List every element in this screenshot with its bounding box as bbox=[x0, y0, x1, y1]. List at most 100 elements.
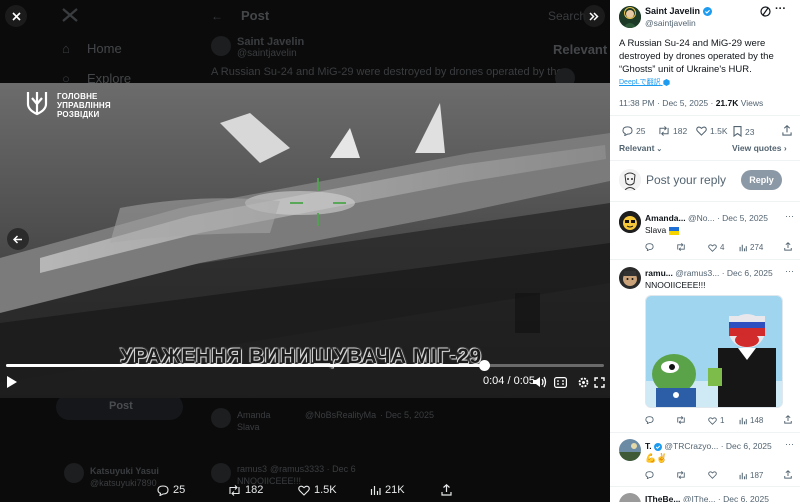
reply-meme-image[interactable] bbox=[645, 295, 783, 408]
reply-author-name[interactable]: ITheBe... bbox=[645, 494, 680, 502]
views-chart-icon bbox=[739, 244, 747, 251]
share-icon bbox=[441, 484, 452, 496]
logo-line-2: УПРАВЛІННЯ bbox=[57, 101, 111, 110]
tweet-bookmark-action[interactable]: 23 bbox=[733, 126, 754, 137]
grok-icon[interactable] bbox=[760, 6, 771, 20]
bg-author-avatar bbox=[211, 36, 231, 56]
more-options-icon[interactable]: ··· bbox=[785, 211, 794, 221]
repost-icon bbox=[677, 471, 685, 479]
reply-like-action[interactable]: 1 bbox=[708, 416, 724, 425]
bg-back-arrow-icon: ← bbox=[211, 9, 223, 23]
reply-author-name[interactable]: T. bbox=[645, 441, 652, 451]
views-chart-icon bbox=[739, 472, 747, 479]
reply-input[interactable]: Post your reply bbox=[646, 173, 726, 187]
reply-author-handle[interactable]: @TRCrazyo... bbox=[664, 441, 718, 451]
reply-like-count: 1 bbox=[720, 416, 725, 425]
fullscreen-button[interactable] bbox=[592, 374, 606, 390]
reply-avatar[interactable] bbox=[619, 267, 641, 289]
author-avatar[interactable] bbox=[619, 6, 641, 28]
reply-author-handle[interactable]: @ramus3... bbox=[675, 268, 719, 278]
reply-views-count: 187 bbox=[750, 471, 764, 480]
reply-avatar[interactable] bbox=[619, 493, 641, 502]
video-player[interactable]: ГОЛОВНЕ УПРАВЛІННЯ РОЗВІДКИ УРАЖЕННЯ ВИН… bbox=[0, 83, 610, 398]
share-icon bbox=[784, 415, 792, 424]
tweet-timestamp[interactable]: 11:38 PM · Dec 5, 2025 · bbox=[619, 98, 716, 108]
stat-views[interactable]: 21K bbox=[370, 484, 405, 496]
tweet-text: A Russian Su-24 and MiG-29 were destroye… bbox=[619, 38, 774, 75]
tweet-repost-action[interactable]: 182 bbox=[658, 126, 687, 136]
reply-views-count: 274 bbox=[750, 243, 764, 252]
close-button[interactable] bbox=[5, 5, 27, 27]
video-progress-bar[interactable] bbox=[6, 360, 604, 371]
reply-reply-action[interactable] bbox=[645, 471, 654, 479]
captions-icon bbox=[553, 376, 567, 388]
sort-relevant-label: Relevant bbox=[619, 143, 655, 153]
reply-avatar[interactable] bbox=[619, 211, 641, 233]
reply-like-action[interactable] bbox=[708, 471, 717, 479]
current-user-avatar[interactable] bbox=[619, 169, 641, 191]
reply-repost-action[interactable] bbox=[676, 243, 686, 251]
reply-author-handle[interactable]: @IThe... bbox=[683, 494, 716, 502]
hur-logo-text: ГОЛОВНЕ УПРАВЛІННЯ РОЗВІДКИ bbox=[57, 92, 111, 119]
divider bbox=[610, 160, 800, 161]
tweet-share-action[interactable] bbox=[782, 125, 792, 136]
captions-button[interactable] bbox=[553, 375, 567, 389]
share-icon bbox=[784, 242, 792, 251]
reply-views-action[interactable]: 187 bbox=[739, 471, 763, 480]
pepe-meme-image bbox=[646, 296, 782, 407]
reply-views-action[interactable]: 274 bbox=[739, 243, 763, 252]
reply-views-action[interactable]: 148 bbox=[739, 416, 763, 425]
reply-date[interactable]: · Dec 6, 2025 bbox=[718, 494, 769, 502]
reply-text: Slava bbox=[645, 225, 679, 235]
sort-relevant-dropdown[interactable]: Relevant ⌄ bbox=[619, 143, 662, 153]
more-options-icon[interactable]: ··· bbox=[785, 266, 794, 276]
reply-author-name[interactable]: ramu... bbox=[645, 268, 673, 278]
bg-post-header: Post bbox=[241, 8, 270, 23]
share-button[interactable] bbox=[441, 484, 452, 496]
play-button[interactable] bbox=[4, 374, 20, 390]
author-name[interactable]: Saint Javelin bbox=[645, 6, 712, 16]
view-quotes-link[interactable]: View quotes › bbox=[732, 143, 787, 153]
reply-share-action[interactable] bbox=[784, 470, 792, 479]
stat-reposts[interactable]: 182 bbox=[228, 484, 263, 496]
reply-repost-action[interactable] bbox=[676, 416, 686, 424]
reply-avatar[interactable] bbox=[619, 439, 641, 461]
reply-header: T. @TRCrazyo... · Dec 6, 2025 bbox=[645, 441, 772, 451]
pepe-avatar-image bbox=[619, 267, 641, 289]
reply-author-handle[interactable]: @No... bbox=[688, 213, 715, 223]
stat-likes[interactable]: 1.5K bbox=[298, 484, 337, 496]
previous-media-button[interactable] bbox=[7, 228, 29, 250]
stat-replies[interactable]: 25 bbox=[157, 484, 185, 496]
volume-button[interactable] bbox=[533, 374, 547, 390]
settings-button[interactable] bbox=[575, 374, 591, 390]
collapse-panel-button[interactable] bbox=[583, 5, 605, 27]
logo-line-3: РОЗВІДКИ bbox=[57, 110, 100, 119]
reply-repost-action[interactable] bbox=[676, 471, 686, 479]
views-chart-icon bbox=[370, 485, 381, 495]
author-handle[interactable]: @saintjavelin bbox=[645, 18, 696, 28]
reply-like-count: 4 bbox=[720, 243, 725, 252]
ukraine-flag-icon bbox=[668, 227, 679, 235]
reply-reply-action[interactable] bbox=[645, 243, 654, 251]
divider bbox=[610, 259, 800, 260]
tweet-panel: Saint Javelin @saintjavelin ··· A Russia… bbox=[610, 0, 800, 502]
reply-date[interactable]: · Dec 6, 2025 bbox=[722, 268, 773, 278]
repost-icon bbox=[229, 484, 240, 496]
arrow-left-icon bbox=[13, 234, 22, 244]
reply-date[interactable]: · Dec 6, 2025 bbox=[721, 441, 772, 451]
deepl-shield-icon bbox=[662, 79, 670, 86]
tweet-reply-action[interactable]: 25 bbox=[622, 126, 645, 136]
reply-button[interactable]: Reply bbox=[741, 170, 782, 190]
translate-link[interactable]: DeepLで翻訳 bbox=[619, 77, 670, 87]
reply-share-action[interactable] bbox=[784, 415, 792, 424]
repost-icon bbox=[677, 416, 685, 424]
reply-reply-action[interactable] bbox=[645, 416, 654, 424]
reply-date[interactable]: · Dec 5, 2025 bbox=[717, 213, 768, 223]
tweet-like-action[interactable]: 1.5K bbox=[696, 126, 728, 136]
close-icon bbox=[11, 11, 21, 21]
reply-like-action[interactable]: 4 bbox=[708, 243, 724, 252]
reply-author-name[interactable]: Amanda... bbox=[645, 213, 686, 223]
more-options-icon[interactable]: ··· bbox=[785, 439, 794, 449]
reply-share-action[interactable] bbox=[784, 242, 792, 251]
more-options-icon[interactable]: ··· bbox=[775, 3, 786, 15]
